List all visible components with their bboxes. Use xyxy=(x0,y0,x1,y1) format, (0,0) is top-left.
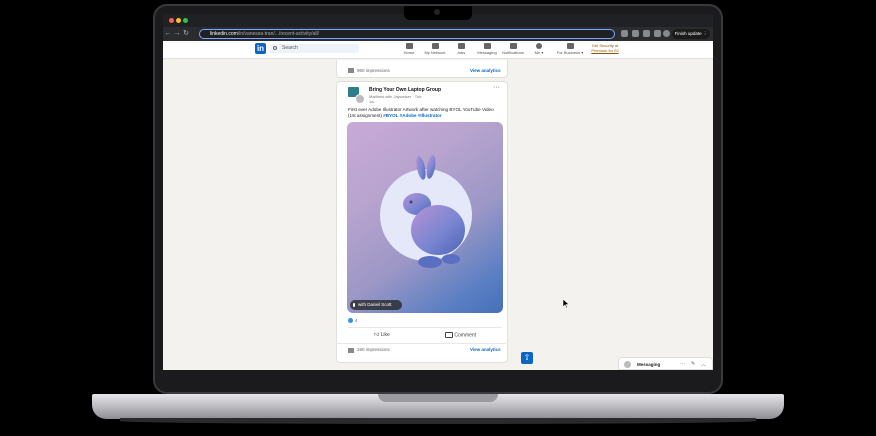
divider xyxy=(348,327,502,328)
tagged-person-chip[interactable]: with Daniel Scott xyxy=(350,300,402,310)
laptop-shadow xyxy=(120,418,756,424)
finish-update-button[interactable]: Finish update ⋮ xyxy=(672,29,710,39)
nav-my-network[interactable]: My Network xyxy=(423,43,447,55)
extension-icon[interactable] xyxy=(632,30,639,37)
nav-notifications[interactable]: Notifications xyxy=(501,43,525,55)
divider xyxy=(336,343,508,344)
post-hashtags[interactable]: #BYOL #Adobe #Illustrator xyxy=(383,113,441,118)
profile-icon[interactable] xyxy=(663,30,670,37)
comment-icon xyxy=(445,332,453,338)
post-image[interactable] xyxy=(347,122,503,313)
group-name[interactable]: Bring Your Own Laptop Group xyxy=(369,87,441,93)
nav-for-business[interactable]: For Business ▾ xyxy=(556,43,584,55)
extension-icon[interactable] xyxy=(643,30,650,37)
scroll-to-top-button[interactable]: ⇧ xyxy=(521,352,533,364)
author-line: Matthew with Jaywinker · Tue xyxy=(369,94,422,99)
nav-me[interactable]: Me ▾ xyxy=(527,43,551,55)
messaging-more-icon[interactable]: ··· xyxy=(680,361,685,367)
bunny-artwork xyxy=(380,155,472,268)
network-icon xyxy=(431,43,439,49)
bar-chart-icon xyxy=(348,68,354,73)
url-host: linkedin.com xyxy=(210,31,238,37)
grid-icon xyxy=(566,43,574,49)
linkedin-logo[interactable]: in xyxy=(255,43,266,54)
bell-icon xyxy=(509,43,517,49)
browser-menu-icon: ⋮ xyxy=(702,31,708,36)
url-path: /in/vanessa-tran/.../recent-activity/all… xyxy=(237,31,319,37)
extension-icon[interactable] xyxy=(621,30,628,37)
compose-icon[interactable]: ✎ xyxy=(691,361,695,367)
home-icon xyxy=(405,43,413,49)
premium-promo-link[interactable]: Get Security at Premium for £0 xyxy=(585,43,625,53)
like-reaction-icon[interactable] xyxy=(348,318,353,323)
avatar-icon xyxy=(536,43,542,49)
post-text: First ever Adobe Illustrator Artwork aft… xyxy=(348,107,494,118)
reload-button[interactable]: ↻ xyxy=(181,28,191,40)
impressions-count: 960 impressions xyxy=(357,68,390,73)
minimize-window-button[interactable] xyxy=(176,18,181,23)
jobs-icon xyxy=(457,43,465,49)
search-input[interactable]: Search xyxy=(270,44,359,53)
mouse-cursor xyxy=(563,299,570,309)
like-button[interactable]: 👍︎ Like xyxy=(374,332,390,338)
reaction-count[interactable]: 4 xyxy=(355,318,358,323)
sidebar-icon[interactable] xyxy=(654,30,661,37)
post-more-icon[interactable]: ··· xyxy=(493,84,500,91)
chevron-up-icon[interactable]: ︿ xyxy=(701,361,706,368)
nav-jobs[interactable]: Jobs xyxy=(449,43,473,55)
person-icon xyxy=(353,303,355,307)
post-impressions-count: 260 impressions xyxy=(357,347,390,352)
nav-messaging[interactable]: Messaging xyxy=(475,43,499,55)
thumbs-up-icon: 👍︎ xyxy=(374,332,380,338)
post-view-analytics-link[interactable]: View analytics xyxy=(470,347,501,352)
comment-button[interactable]: Comment xyxy=(445,332,476,338)
nav-home[interactable]: Home xyxy=(397,43,421,55)
post-time: 1w · xyxy=(369,99,377,104)
close-window-button[interactable] xyxy=(169,18,174,23)
messaging-widget[interactable]: Messaging ··· ✎ ︿ xyxy=(618,357,713,370)
my-avatar xyxy=(624,361,631,368)
messaging-icon xyxy=(483,43,491,49)
laptop-base-notch xyxy=(378,394,498,402)
address-bar[interactable]: linkedin.com/in/vanessa-tran/.../recent-… xyxy=(199,29,615,39)
view-analytics-link[interactable]: View analytics xyxy=(470,68,501,73)
search-icon xyxy=(273,46,277,50)
screen: ← → ↻ linkedin.com/in/vanessa-tran/.../r… xyxy=(163,14,713,370)
camera xyxy=(434,9,440,15)
zoom-window-button[interactable] xyxy=(183,18,188,23)
bar-chart-icon xyxy=(348,348,354,353)
author-avatar[interactable] xyxy=(355,94,365,104)
